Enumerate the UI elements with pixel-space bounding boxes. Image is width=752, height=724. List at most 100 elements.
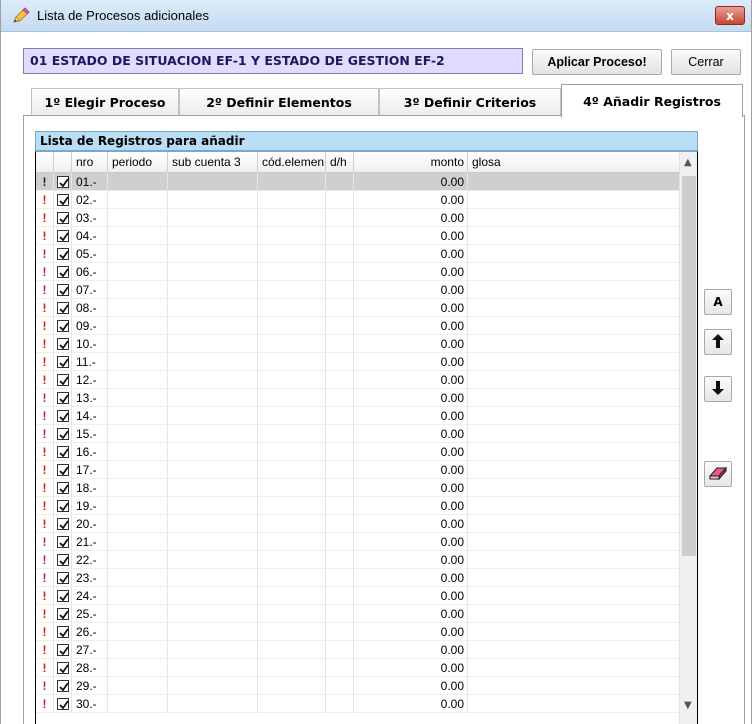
- title-bar[interactable]: Lista de Procesos adicionales x: [1, 0, 751, 32]
- cell-nro[interactable]: 15.-: [72, 425, 108, 443]
- table-row[interactable]: ! 29.- 0.00: [36, 677, 680, 695]
- row-checkbox[interactable]: [54, 623, 72, 641]
- checkbox-icon[interactable]: [57, 338, 69, 350]
- cell-sub-cuenta[interactable]: [168, 605, 258, 623]
- cell-dh[interactable]: [326, 425, 354, 443]
- table-row[interactable]: ! 12.- 0.00: [36, 371, 680, 389]
- checkbox-icon[interactable]: [57, 212, 69, 224]
- checkbox-icon[interactable]: [57, 698, 69, 710]
- row-checkbox[interactable]: [54, 245, 72, 263]
- cell-periodo[interactable]: [108, 209, 168, 227]
- cell-sub-cuenta[interactable]: [168, 515, 258, 533]
- checkbox-icon[interactable]: [57, 662, 69, 674]
- cell-dh[interactable]: [326, 245, 354, 263]
- cell-periodo[interactable]: [108, 389, 168, 407]
- cell-nro[interactable]: 03.-: [72, 209, 108, 227]
- row-checkbox[interactable]: [54, 173, 72, 191]
- cell-monto[interactable]: 0.00: [354, 263, 468, 281]
- checkbox-icon[interactable]: [57, 176, 69, 188]
- cell-cod-elemen[interactable]: [258, 389, 326, 407]
- checkbox-icon[interactable]: [57, 680, 69, 692]
- cell-nro[interactable]: 24.-: [72, 587, 108, 605]
- row-checkbox[interactable]: [54, 425, 72, 443]
- cell-dh[interactable]: [326, 641, 354, 659]
- cell-sub-cuenta[interactable]: [168, 695, 258, 713]
- table-row[interactable]: ! 26.- 0.00: [36, 623, 680, 641]
- cell-sub-cuenta[interactable]: [168, 263, 258, 281]
- cell-glosa[interactable]: [468, 623, 680, 641]
- cell-monto[interactable]: 0.00: [354, 515, 468, 533]
- checkbox-icon[interactable]: [57, 266, 69, 278]
- row-checkbox[interactable]: [54, 263, 72, 281]
- cell-sub-cuenta[interactable]: [168, 623, 258, 641]
- checkbox-icon[interactable]: [57, 428, 69, 440]
- cell-periodo[interactable]: [108, 533, 168, 551]
- cell-sub-cuenta[interactable]: [168, 191, 258, 209]
- row-checkbox[interactable]: [54, 479, 72, 497]
- cell-dh[interactable]: [326, 551, 354, 569]
- cell-sub-cuenta[interactable]: [168, 533, 258, 551]
- table-row[interactable]: ! 18.- 0.00: [36, 479, 680, 497]
- cell-nro[interactable]: 30.-: [72, 695, 108, 713]
- cell-dh[interactable]: [326, 281, 354, 299]
- cell-glosa[interactable]: [468, 587, 680, 605]
- cell-periodo[interactable]: [108, 605, 168, 623]
- registros-grid[interactable]: nro periodo sub cuenta 3 cód.elemen d/h …: [35, 151, 698, 724]
- tab-elegir-proceso[interactable]: 1º Elegir Proceso: [31, 88, 179, 116]
- cell-nro[interactable]: 20.-: [72, 515, 108, 533]
- cell-periodo[interactable]: [108, 317, 168, 335]
- cell-monto[interactable]: 0.00: [354, 407, 468, 425]
- cell-periodo[interactable]: [108, 587, 168, 605]
- table-row[interactable]: ! 08.- 0.00: [36, 299, 680, 317]
- cell-dh[interactable]: [326, 695, 354, 713]
- table-row[interactable]: ! 02.- 0.00: [36, 191, 680, 209]
- cell-sub-cuenta[interactable]: [168, 299, 258, 317]
- cell-dh[interactable]: [326, 479, 354, 497]
- cell-glosa[interactable]: [468, 191, 680, 209]
- cell-cod-elemen[interactable]: [258, 515, 326, 533]
- cell-dh[interactable]: [326, 317, 354, 335]
- cell-cod-elemen[interactable]: [258, 461, 326, 479]
- cell-cod-elemen[interactable]: [258, 569, 326, 587]
- cell-glosa[interactable]: [468, 245, 680, 263]
- checkbox-icon[interactable]: [57, 500, 69, 512]
- cell-monto[interactable]: 0.00: [354, 533, 468, 551]
- cell-dh[interactable]: [326, 263, 354, 281]
- header-warning[interactable]: [36, 152, 54, 173]
- cell-sub-cuenta[interactable]: [168, 677, 258, 695]
- row-checkbox[interactable]: [54, 461, 72, 479]
- cell-cod-elemen[interactable]: [258, 497, 326, 515]
- cell-glosa[interactable]: [468, 317, 680, 335]
- row-checkbox[interactable]: [54, 641, 72, 659]
- cell-periodo[interactable]: [108, 227, 168, 245]
- cell-monto[interactable]: 0.00: [354, 659, 468, 677]
- cell-monto[interactable]: 0.00: [354, 479, 468, 497]
- cell-glosa[interactable]: [468, 173, 680, 191]
- cell-monto[interactable]: 0.00: [354, 551, 468, 569]
- cell-nro[interactable]: 17.-: [72, 461, 108, 479]
- close-button[interactable]: Cerrar: [671, 49, 741, 75]
- tab-definir-criterios[interactable]: 3º Definir Criterios: [379, 88, 561, 116]
- cell-monto[interactable]: 0.00: [354, 209, 468, 227]
- checkbox-icon[interactable]: [57, 482, 69, 494]
- header-check[interactable]: [54, 152, 72, 173]
- font-a-button[interactable]: A: [704, 289, 732, 315]
- row-checkbox[interactable]: [54, 443, 72, 461]
- cell-nro[interactable]: 02.-: [72, 191, 108, 209]
- cell-cod-elemen[interactable]: [258, 263, 326, 281]
- cell-cod-elemen[interactable]: [258, 623, 326, 641]
- cell-periodo[interactable]: [108, 641, 168, 659]
- cell-periodo[interactable]: [108, 443, 168, 461]
- cell-dh[interactable]: [326, 461, 354, 479]
- cell-glosa[interactable]: [468, 407, 680, 425]
- cell-cod-elemen[interactable]: [258, 677, 326, 695]
- cell-periodo[interactable]: [108, 623, 168, 641]
- cell-glosa[interactable]: [468, 335, 680, 353]
- cell-cod-elemen[interactable]: [258, 587, 326, 605]
- cell-periodo[interactable]: [108, 191, 168, 209]
- cell-periodo[interactable]: [108, 425, 168, 443]
- cell-sub-cuenta[interactable]: [168, 317, 258, 335]
- table-row[interactable]: ! 05.- 0.00: [36, 245, 680, 263]
- cell-dh[interactable]: [326, 605, 354, 623]
- header-glosa[interactable]: glosa: [468, 152, 680, 173]
